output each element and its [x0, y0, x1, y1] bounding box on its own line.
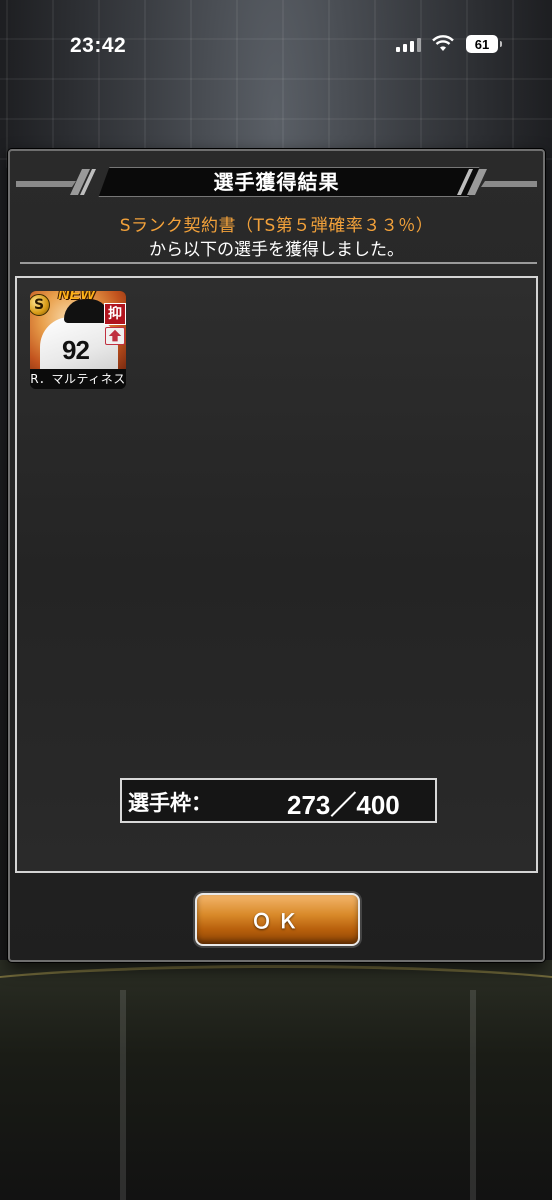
light-beam [120, 990, 126, 1200]
title-stripes-right [457, 169, 537, 195]
cellular-signal-icon [396, 38, 421, 52]
battery-icon: 61 [466, 35, 502, 53]
player-acquisition-dialog: 選手獲得結果 Sランク契約書（TS第５弾確率３３％） から以下の選手を獲得しまし… [8, 149, 545, 962]
capacity-value: 273／400 [287, 790, 400, 820]
result-message: から以下の選手を獲得しました。 [149, 240, 404, 260]
role-badge: 抑 [104, 303, 126, 325]
contract-name: Sランク契約書（TS第５弾確率３３％） [119, 216, 434, 236]
status-bar: 23:42 61 [0, 0, 552, 90]
player-number: 92 [62, 335, 90, 365]
ok-button[interactable]: ＯＫ [195, 893, 360, 946]
new-label: NEW [58, 291, 96, 303]
capacity-label: 選手枠： [128, 791, 212, 815]
wifi-icon [432, 35, 454, 51]
light-beam [470, 990, 476, 1200]
clock: 23:42 [70, 34, 127, 57]
acquired-players-panel: 92 S NEW 抑 R．マルティネス 選手枠： 273／400 [15, 276, 538, 873]
upgrade-arrow-icon [105, 327, 125, 345]
player-card[interactable]: 92 S NEW 抑 R．マルティネス [30, 291, 126, 389]
roster-capacity: 選手枠： 273／400 [120, 778, 437, 823]
divider [20, 262, 537, 264]
player-name: R．マルティネス [30, 369, 126, 389]
title-band: 選手獲得結果 [16, 165, 537, 199]
